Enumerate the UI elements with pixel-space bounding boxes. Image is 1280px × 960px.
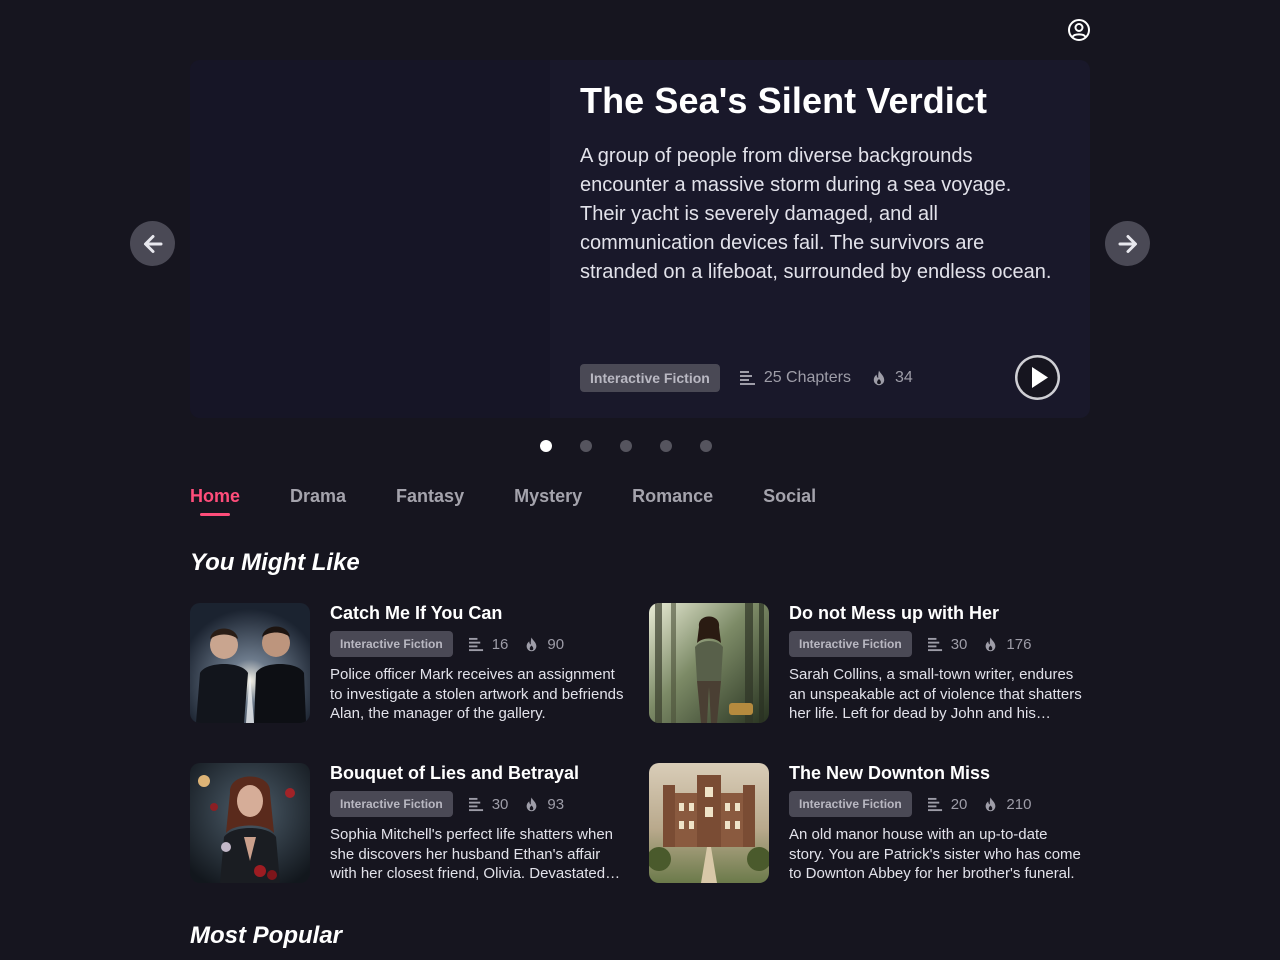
story-meta: Interactive Fiction 30 176 <box>789 631 1031 657</box>
tab-home[interactable]: Home <box>190 486 240 516</box>
carousel-prev-button[interactable] <box>130 221 175 266</box>
tab-romance[interactable]: Romance <box>632 486 713 507</box>
story-popularity: 90 <box>524 636 564 653</box>
story-popularity: 176 <box>983 636 1031 653</box>
list-lines-icon <box>469 637 484 652</box>
story-popularity-count: 210 <box>1006 795 1032 813</box>
story-cover-image <box>649 763 769 883</box>
story-card-do-not-mess-up-with-her[interactable]: Do not Mess up with Her Interactive Fict… <box>649 603 1089 723</box>
story-title: Do not Mess up with Her <box>789 603 1000 623</box>
story-genre-tag: Interactive Fiction <box>330 791 453 817</box>
story-description: Sarah Collins, a small-town writer, endu… <box>789 666 1082 722</box>
story-cover-image <box>190 603 310 723</box>
featured-story-card[interactable]: The Sea's Silent Verdict A group of peop… <box>190 60 1090 418</box>
flame-icon <box>871 370 887 386</box>
story-chapters: 30 <box>928 635 968 653</box>
list-lines-icon <box>469 797 484 812</box>
profile-button[interactable] <box>1066 17 1092 43</box>
featured-chapters: 25 Chapters <box>740 369 851 387</box>
arrow-left-icon <box>143 234 162 253</box>
featured-chapters-count: 25 Chapters <box>763 369 851 386</box>
tab-drama[interactable]: Drama <box>290 486 346 507</box>
user-circle-icon <box>1068 19 1090 41</box>
story-chapters-count: 20 <box>950 795 968 813</box>
story-chapters: 30 <box>469 795 509 813</box>
story-popularity-count: 176 <box>1006 635 1032 653</box>
story-popularity: 210 <box>983 796 1031 813</box>
tab-mystery[interactable]: Mystery <box>514 486 582 507</box>
carousel-next-button[interactable] <box>1105 221 1150 266</box>
story-chapters-count: 30 <box>950 635 968 653</box>
list-lines-icon <box>928 797 943 812</box>
carousel-dot-5[interactable] <box>700 440 712 452</box>
flame-icon <box>524 797 539 812</box>
story-card-bouquet-of-lies-and-betrayal[interactable]: Bouquet of Lies and Betrayal Interactive… <box>190 763 630 883</box>
story-meta: Interactive Fiction 16 90 <box>330 631 564 657</box>
arrow-right-icon <box>1118 234 1137 253</box>
category-tabs: Home Drama Fantasy Mystery Romance Socia… <box>190 486 866 516</box>
story-title: Catch Me If You Can <box>330 603 503 623</box>
flame-icon <box>983 797 998 812</box>
tab-social[interactable]: Social <box>763 486 816 507</box>
tab-fantasy[interactable]: Fantasy <box>396 486 464 507</box>
story-card-catch-me-if-you-can[interactable]: Catch Me If You Can Interactive Fiction … <box>190 603 630 723</box>
story-genre-tag: Interactive Fiction <box>330 631 453 657</box>
story-popularity-count: 90 <box>547 635 565 653</box>
carousel-dot-3[interactable] <box>620 440 632 452</box>
story-title: The New Downton Miss <box>789 763 991 783</box>
list-lines-icon <box>740 370 756 386</box>
list-lines-icon <box>928 637 943 652</box>
story-meta: Interactive Fiction 30 93 <box>330 791 564 817</box>
play-button[interactable] <box>1015 355 1060 400</box>
featured-description: A group of people from diverse backgroun… <box>580 145 1052 283</box>
story-genre-tag: Interactive Fiction <box>789 631 912 657</box>
story-description: Police officer Mark receives an assignme… <box>330 666 624 722</box>
story-meta: Interactive Fiction 20 210 <box>789 791 1031 817</box>
featured-popularity-count: 34 <box>894 369 913 386</box>
section-title-most-popular: Most Popular <box>190 922 343 949</box>
story-popularity: 93 <box>524 796 564 813</box>
carousel-dot-2[interactable] <box>580 440 592 452</box>
story-chapters-count: 16 <box>491 635 509 653</box>
story-cover-image <box>190 763 310 883</box>
story-chapters: 16 <box>469 635 509 653</box>
story-chapters-count: 30 <box>491 795 509 813</box>
featured-genre-tag: Interactive Fiction <box>580 364 720 392</box>
featured-meta: Interactive Fiction 25 Chapters 34 <box>580 364 913 392</box>
featured-title: The Sea's Silent Verdict <box>580 80 988 121</box>
play-icon <box>1015 355 1060 400</box>
story-description: An old manor house with an up-to-date st… <box>789 826 1081 882</box>
featured-cover-image <box>190 60 550 418</box>
featured-popularity: 34 <box>871 369 913 387</box>
carousel-dot-4[interactable] <box>660 440 672 452</box>
story-cover-image <box>649 603 769 723</box>
flame-icon <box>524 637 539 652</box>
carousel-dot-1[interactable] <box>540 440 552 452</box>
section-title-you-might-like: You Might Like <box>190 549 360 576</box>
story-chapters: 20 <box>928 795 968 813</box>
story-genre-tag: Interactive Fiction <box>789 791 912 817</box>
story-popularity-count: 93 <box>547 795 565 813</box>
story-description: Sophia Mitchell's perfect life shatters … <box>330 826 614 882</box>
flame-icon <box>983 637 998 652</box>
carousel-pagination <box>540 440 740 452</box>
story-card-the-new-downton-miss[interactable]: The New Downton Miss Interactive Fiction… <box>649 763 1089 883</box>
story-title: Bouquet of Lies and Betrayal <box>330 763 580 783</box>
